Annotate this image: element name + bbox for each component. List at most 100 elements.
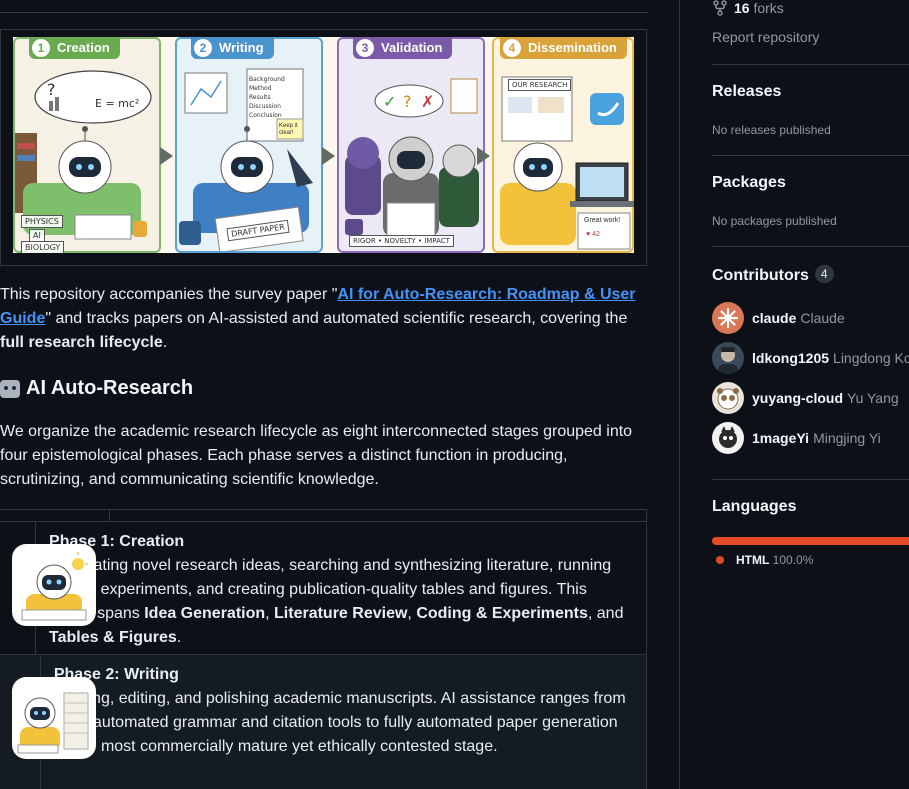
stage-name: Tables & Figures: [49, 629, 177, 646]
readme-content: 1 Creation ? E = mc² PHYSICS AI BIOLOGY …: [0, 0, 648, 789]
contributor-login: 1mageYi: [752, 430, 810, 446]
readme-hero-image-frame: 1 Creation ? E = mc² PHYSICS AI BIOLOGY …: [0, 29, 647, 266]
checklist-item: Results: [249, 94, 271, 101]
panel-number: 2: [194, 39, 212, 57]
svg-text:✗: ✗: [421, 92, 434, 111]
intro-text: This repository accompanies the survey p…: [0, 286, 338, 303]
contributor-item[interactable]: ldkong1205Lingdong Kong: [712, 342, 909, 374]
contributor-login: claude: [752, 310, 797, 326]
svg-text:?: ?: [47, 80, 56, 99]
language-item[interactable]: HTML 100.0%: [716, 553, 813, 567]
contributor-item[interactable]: 1mageYi Mingjing Yi: [712, 422, 881, 454]
phase-text: .: [176, 629, 182, 646]
phase-text: , and: [587, 605, 624, 622]
avatar: [712, 422, 744, 454]
research-lifecycle-illustration: 1 Creation ? E = mc² PHYSICS AI BIOLOGY …: [13, 37, 634, 253]
packages-heading[interactable]: Packages: [712, 174, 786, 192]
phase-body: Generating novel research ideas, searchi…: [49, 554, 634, 650]
section-heading: AI Auto-Research: [0, 377, 193, 400]
panel-heading: 2 Writing: [191, 37, 274, 59]
panel-label: Writing: [219, 40, 264, 55]
phase-body: Drafting, editing, and polishing academi…: [53, 690, 626, 755]
divider: [712, 479, 909, 480]
releases-empty-text: No releases published: [712, 123, 831, 137]
phase-writing-image: [12, 677, 96, 759]
section-title: AI Auto-Research: [26, 377, 194, 399]
divider: [712, 246, 909, 247]
panel-number: 1: [32, 39, 50, 57]
book-label: PHYSICS: [21, 215, 63, 228]
phase-text: ,: [265, 605, 275, 622]
panel-heading: 4 Dissemination: [500, 37, 627, 59]
hero-panel-dissemination: 4 Dissemination OUR RESEARCH Great work!…: [492, 37, 634, 253]
social-card-likes: ♥ 42: [586, 231, 600, 238]
stage-name: Idea Generation: [144, 605, 266, 622]
checklist-item: Conclusion: [249, 112, 282, 119]
intro-text: .: [162, 334, 168, 351]
panel-heading: 3 Validation: [353, 37, 453, 59]
checklist-item: Method: [249, 85, 272, 92]
table-cell: [0, 510, 110, 521]
forks-label: forks: [753, 0, 784, 16]
panel-label: Creation: [57, 40, 110, 55]
language-color-dot: [716, 556, 724, 564]
table-row: [0, 510, 647, 522]
phase-title: Phase 2: Writing: [53, 666, 179, 683]
panel-label: Validation: [381, 40, 443, 55]
contributor-item[interactable]: claude Claude: [712, 302, 845, 334]
forks-link[interactable]: 16 forks: [712, 0, 784, 16]
stage-name: Literature Review: [274, 605, 408, 622]
contributors-heading[interactable]: Contributors 4: [712, 265, 834, 285]
contributor-name: Claude: [800, 310, 845, 326]
intro-emphasis: full research lifecycle: [0, 334, 163, 351]
book-label: BIOLOGY: [21, 241, 65, 253]
contributor-name: Yu Yang: [847, 390, 899, 406]
phase-table: Phase 1: Creation Generating novel resea…: [0, 509, 647, 789]
avatar: [712, 382, 744, 414]
intro-paragraph: This repository accompanies the survey p…: [0, 283, 645, 355]
releases-heading[interactable]: Releases: [712, 83, 781, 101]
languages-heading: Languages: [712, 498, 797, 515]
stage-name: Coding & Experiments: [416, 605, 588, 622]
table-row: Phase 2: Writing Drafting, editing, and …: [0, 655, 647, 789]
intro-text: " and tracks papers on AI-assisted and a…: [45, 310, 628, 327]
sticky-note-text: Keep it clear!: [279, 123, 298, 136]
language-name: HTML: [736, 553, 770, 567]
outline-checklist: Background Method Results Discussion Con…: [249, 75, 285, 120]
fork-icon: [713, 0, 727, 16]
phase-text: ,: [407, 605, 417, 622]
hero-panel-writing: 2 Writing DRAFT PAPER Background Method …: [175, 37, 323, 253]
contributor-name: Lingdong Kong: [833, 350, 909, 366]
panel-number: 3: [356, 39, 374, 57]
panel-heading: 1 Creation: [29, 37, 120, 59]
repo-sidebar: 16 forks Report repository Releases No r…: [712, 0, 909, 789]
column-divider: [679, 0, 680, 789]
table-cell: [0, 522, 96, 654]
robot-reviewers-illustration: ✓ ? ✗: [345, 78, 479, 244]
phase-title: Phase 1: Creation: [49, 533, 185, 550]
contributor-name: Mingjing Yi: [813, 430, 881, 446]
avatar: [712, 342, 744, 374]
language-percent: 100.0%: [772, 553, 814, 567]
section-description: We organize the academic research lifecy…: [0, 423, 633, 488]
table-cell: [110, 510, 135, 521]
panel-number: 4: [503, 39, 521, 57]
language-bar: [712, 537, 909, 545]
contributors-title: Contributors: [712, 267, 809, 284]
robot-icon: [0, 379, 20, 398]
checklist-item: Discussion: [249, 103, 281, 110]
panel-label: Dissemination: [528, 40, 617, 55]
report-repository-link[interactable]: Report repository: [712, 29, 819, 45]
packages-empty-text: No packages published: [712, 214, 837, 228]
avatar: [712, 302, 744, 334]
contributor-login: ldkong1205: [752, 350, 830, 366]
table-cell: [0, 655, 96, 789]
hero-panel-creation: 1 Creation ? E = mc² PHYSICS AI BIOLOGY: [13, 37, 161, 253]
social-card-text: Great work!: [584, 217, 621, 224]
review-criteria-label: RIGOR • NOVELTY • IMPACT: [349, 235, 454, 247]
divider: [712, 155, 909, 156]
contributor-item[interactable]: yuyang-cloud Yu Yang: [712, 382, 899, 414]
divider: [0, 12, 648, 13]
contributor-login: yuyang-cloud: [752, 390, 844, 406]
arrow-icon: [322, 147, 335, 165]
